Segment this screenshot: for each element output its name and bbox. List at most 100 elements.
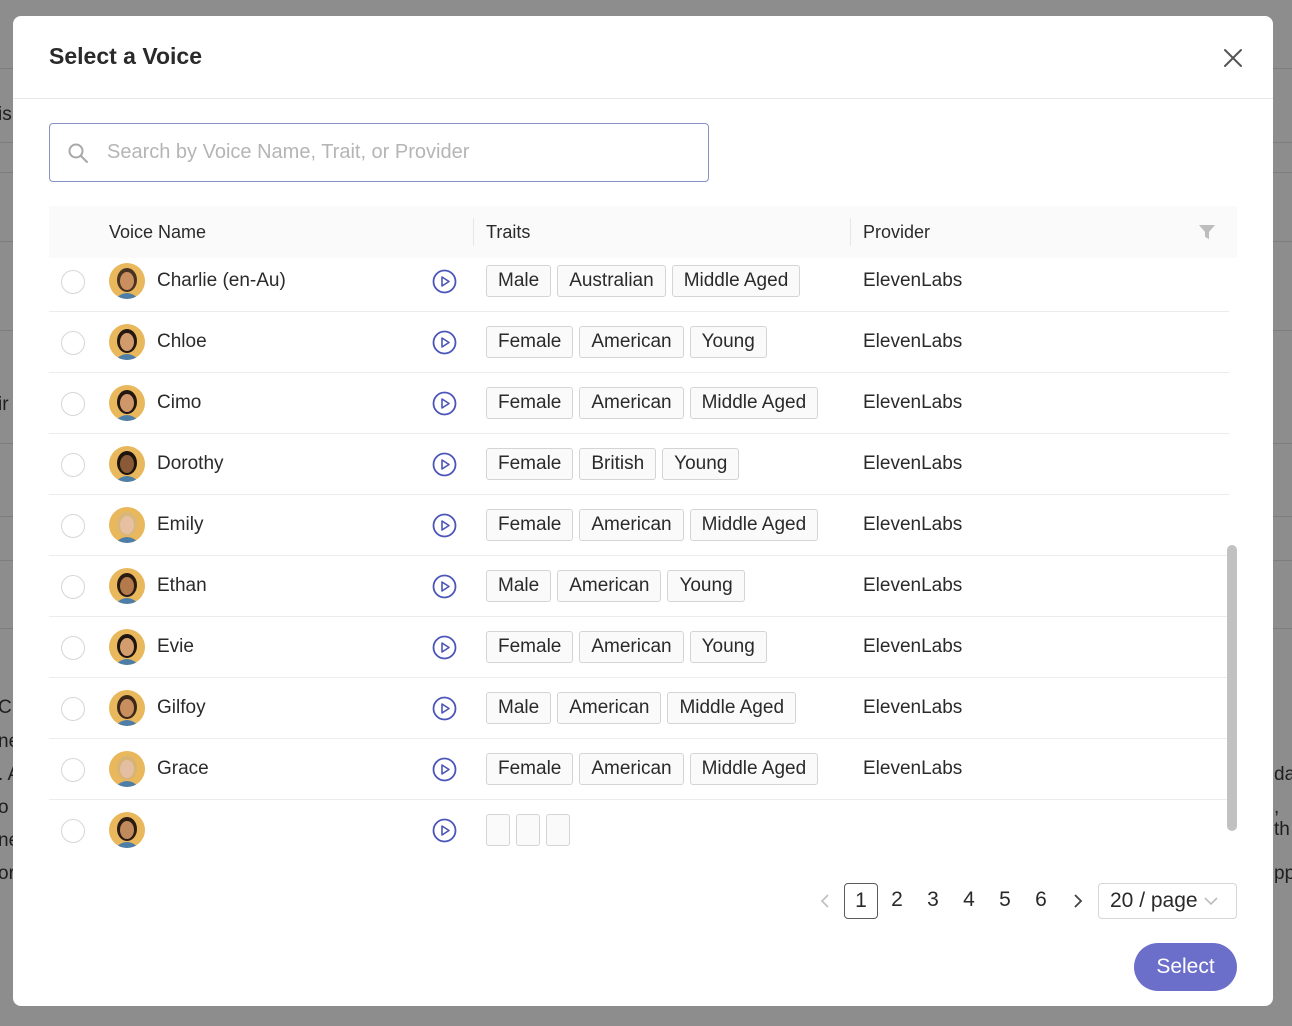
trait-tag: American	[579, 326, 684, 358]
scrollbar-thumb[interactable]	[1227, 545, 1237, 831]
page-5[interactable]: 5	[988, 883, 1022, 919]
voice-radio[interactable]	[61, 514, 85, 538]
background-text: pp	[1274, 863, 1292, 884]
trait-tag: Middle Aged	[671, 265, 801, 297]
trait-tag: Female	[486, 448, 574, 480]
voice-radio[interactable]	[61, 758, 85, 782]
table-row[interactable]: Cimo Female American Middle Aged ElevenLab…	[49, 373, 1229, 434]
trait-list: Female American Middle Aged	[486, 753, 819, 785]
filter-icon[interactable]	[1198, 223, 1216, 241]
trait-tag: American	[579, 387, 684, 419]
voice-radio[interactable]	[61, 636, 85, 660]
provider-name: ElevenLabs	[863, 514, 963, 535]
prev-page-icon[interactable]	[817, 892, 835, 910]
trait-tag: American	[557, 570, 662, 602]
provider-name: ElevenLabs	[863, 453, 963, 474]
play-icon[interactable]	[432, 818, 457, 843]
play-icon[interactable]	[432, 757, 457, 782]
play-icon[interactable]	[432, 452, 457, 477]
trait-list: Female American Middle Aged	[486, 387, 819, 419]
voice-radio[interactable]	[61, 697, 85, 721]
page-2[interactable]: 2	[880, 883, 914, 919]
page-1[interactable]: 1	[844, 883, 878, 919]
trait-tag: Female	[486, 509, 574, 541]
voice-radio[interactable]	[61, 453, 85, 477]
page-size-value: 20 / page	[1110, 889, 1198, 912]
background-text: da	[1274, 764, 1292, 785]
trait-list	[486, 814, 570, 846]
avatar	[109, 690, 145, 726]
background-text: , th	[1274, 797, 1290, 840]
play-icon[interactable]	[432, 391, 457, 416]
provider-name: ElevenLabs	[863, 270, 963, 291]
trait-list: Female British Young	[486, 448, 740, 480]
trait-list: Female American Middle Aged	[486, 509, 819, 541]
search-input[interactable]	[107, 141, 687, 164]
column-header-traits: Traits	[486, 222, 531, 242]
trait-tag: Young	[667, 570, 745, 602]
voice-name: Ethan	[157, 575, 207, 596]
voice-name: Cimo	[157, 392, 202, 413]
select-button[interactable]: Select	[1134, 943, 1237, 991]
voice-name: Chloe	[157, 331, 207, 352]
play-icon[interactable]	[432, 635, 457, 660]
trait-tag: Young	[662, 448, 740, 480]
provider-name: ElevenLabs	[863, 331, 963, 352]
close-icon[interactable]	[1219, 44, 1247, 72]
trait-list: Female American Young	[486, 631, 767, 663]
table-row[interactable]: Gilfoy Male American Middle Aged ElevenLab…	[49, 678, 1229, 739]
trait-tag: American	[579, 753, 684, 785]
table-row[interactable]	[49, 800, 1229, 860]
table-row[interactable]: Ethan Male American Young ElevenLabs	[49, 556, 1229, 617]
trait-tag: Female	[486, 631, 574, 663]
trait-tag: Young	[689, 631, 767, 663]
voice-radio[interactable]	[61, 331, 85, 355]
voice-radio[interactable]	[61, 819, 85, 843]
table-row[interactable]: Evie Female American Young ElevenLabs	[49, 617, 1229, 678]
voice-radio[interactable]	[61, 270, 85, 294]
pagination: 1 2 3 4 5 6 20 / page	[13, 883, 1273, 919]
voice-radio[interactable]	[61, 575, 85, 599]
avatar	[109, 507, 145, 543]
table-body: Carola (de-DE) FemaleGermanMiddle Aged E…	[49, 206, 1229, 860]
voice-name: Dorothy	[157, 453, 224, 474]
trait-tag: Male	[486, 570, 552, 602]
trait-list: Male American Middle Aged	[486, 692, 797, 724]
voice-name: Emily	[157, 514, 204, 535]
page-size-select[interactable]: 20 / page	[1098, 883, 1237, 919]
table-row[interactable]: Grace Female American Middle Aged ElevenLa…	[49, 739, 1229, 800]
voice-name: Evie	[157, 636, 194, 657]
provider-name: ElevenLabs	[863, 758, 963, 779]
avatar	[109, 751, 145, 787]
column-divider	[850, 218, 851, 246]
play-icon[interactable]	[432, 574, 457, 599]
next-page-icon[interactable]	[1068, 892, 1086, 910]
trait-tag: British	[579, 448, 657, 480]
page-6[interactable]: 6	[1024, 883, 1058, 919]
play-icon[interactable]	[432, 696, 457, 721]
provider-name: ElevenLabs	[863, 392, 963, 413]
play-icon[interactable]	[432, 330, 457, 355]
avatar	[109, 324, 145, 360]
table-row[interactable]: Charlie (en-Au) Male Australian Middle Age…	[49, 251, 1229, 312]
table-row[interactable]: Chloe Female American Young ElevenLabs	[49, 312, 1229, 373]
column-header-provider: Provider	[863, 222, 931, 242]
select-voice-modal: Select a Voice Voice Name Traits Provide…	[13, 16, 1273, 1006]
trait-tag	[546, 814, 570, 846]
column-header-voice-name: Voice Name	[109, 222, 207, 242]
trait-tag: Female	[486, 387, 574, 419]
voice-radio[interactable]	[61, 392, 85, 416]
avatar	[109, 385, 145, 421]
table-row[interactable]: Dorothy Female British Young ElevenLabs	[49, 434, 1229, 495]
play-icon[interactable]	[432, 269, 457, 294]
page-4[interactable]: 4	[952, 883, 986, 919]
search-box[interactable]	[49, 123, 709, 182]
trait-tag: Middle Aged	[689, 753, 819, 785]
play-icon[interactable]	[432, 513, 457, 538]
table-row[interactable]: Emily Female American Middle Aged ElevenLa…	[49, 495, 1229, 556]
trait-tag: Middle Aged	[667, 692, 797, 724]
trait-tag: Female	[486, 326, 574, 358]
trait-tag: American	[579, 631, 684, 663]
trait-list: Female American Young	[486, 326, 767, 358]
page-3[interactable]: 3	[916, 883, 950, 919]
